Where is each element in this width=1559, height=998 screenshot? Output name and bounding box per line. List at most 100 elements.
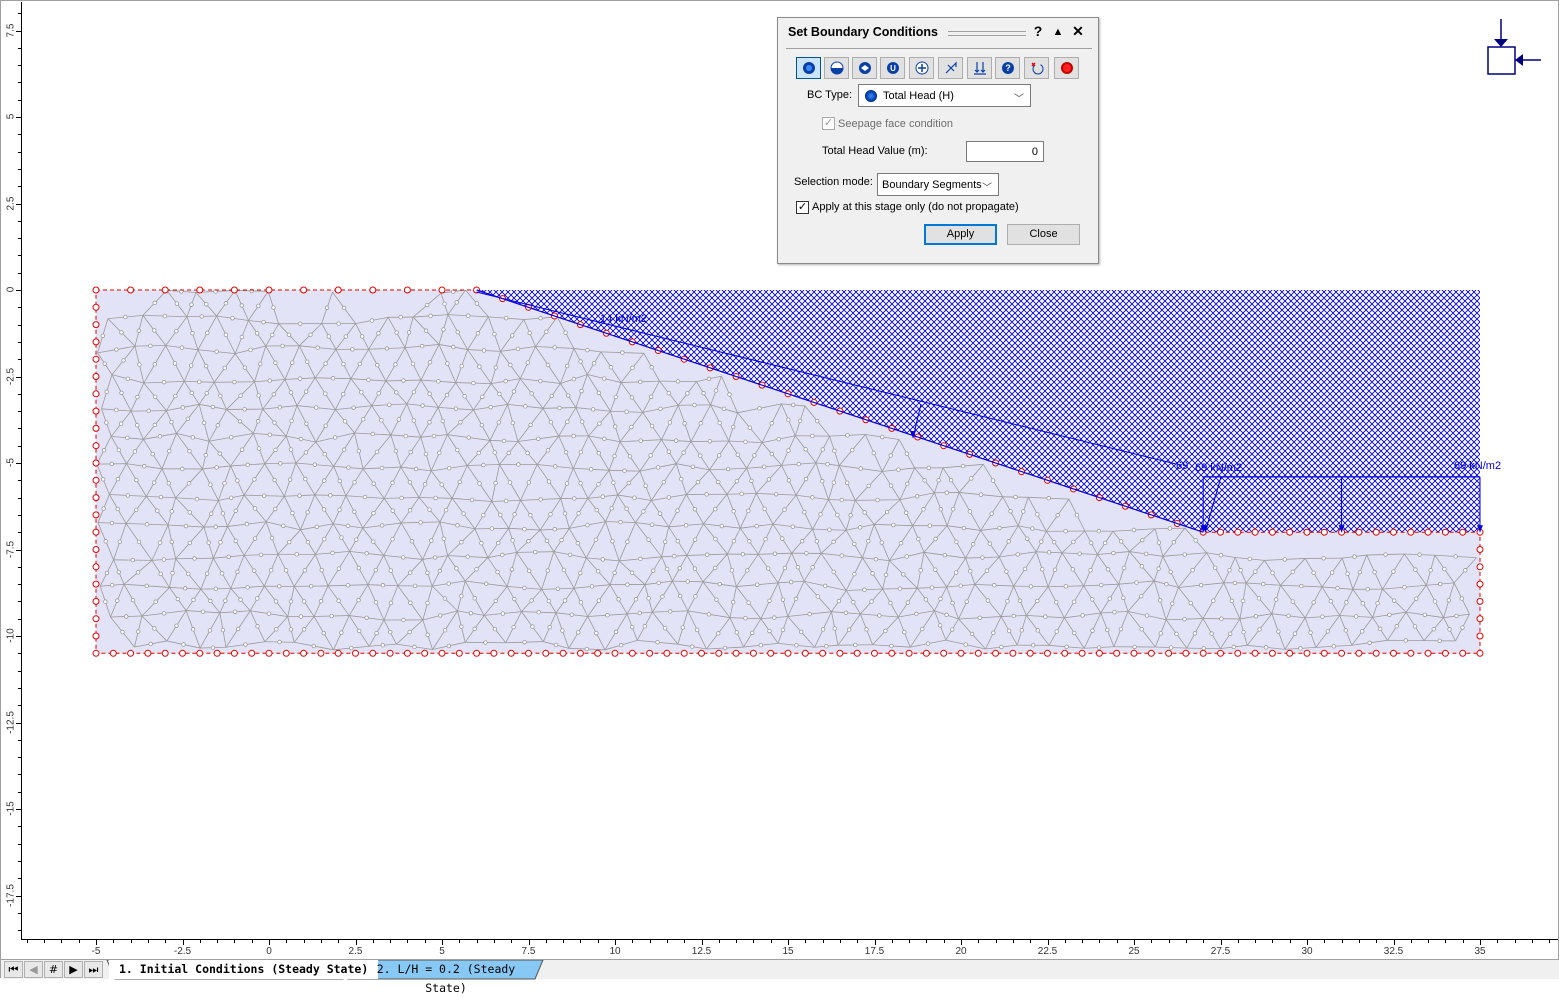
mesh-midnode [923, 479, 927, 483]
seepage-face-checkbox[interactable]: ✓ [822, 117, 835, 130]
mesh-midnode [424, 452, 428, 456]
mesh-midnode [1448, 628, 1452, 632]
title-divider [786, 48, 1092, 49]
tab-stage-2[interactable]: 2. L/H = 0.2 (Steady State) [353, 960, 539, 979]
apply-button[interactable]: Apply [924, 224, 997, 245]
mesh-midnode [302, 628, 306, 632]
mesh-midnode [1354, 615, 1358, 619]
pressure-head-button[interactable] [824, 57, 849, 79]
mesh-midnode [236, 479, 240, 483]
help-button[interactable]: ? [995, 57, 1020, 79]
mesh-midnode [1258, 628, 1262, 632]
mesh-midnode [187, 482, 191, 486]
mesh-midnode [661, 595, 665, 599]
prev-stage-button[interactable]: ◀ [24, 961, 43, 978]
infiltration-button[interactable] [938, 57, 963, 79]
mesh-midnode [380, 524, 384, 528]
stage-number-button[interactable]: # [44, 961, 63, 978]
boundary-node [162, 287, 168, 293]
mesh-midnode [1392, 599, 1396, 603]
y-tick [18, 584, 21, 585]
mesh-midnode [1219, 553, 1223, 557]
mesh-midnode [426, 601, 430, 605]
last-stage-button[interactable]: ⏭ [84, 961, 103, 978]
mesh-midnode [437, 451, 441, 455]
mesh-midnode [184, 524, 188, 528]
mesh-midnode [564, 331, 568, 335]
mesh-midnode [781, 537, 785, 541]
mesh-midnode [1021, 510, 1025, 514]
set-boundary-conditions-dialog: Set Boundary Conditions ? ▲ ✕ U? BC Type… [777, 17, 1099, 264]
close-button[interactable]: Close [1007, 224, 1080, 245]
mesh-midnode [791, 403, 795, 407]
mesh-midnode [589, 467, 593, 471]
mesh-midnode [1159, 632, 1163, 636]
stop-button[interactable] [1054, 57, 1079, 79]
mesh-midnode [1005, 570, 1009, 574]
selection-mode-select[interactable]: Boundary Segments ﹀ [877, 173, 999, 196]
next-stage-button[interactable]: ▶ [64, 961, 83, 978]
drag-grip[interactable] [948, 31, 1026, 36]
mesh-midnode [1404, 639, 1408, 643]
mesh-midnode [274, 627, 278, 631]
boundary-node [439, 650, 445, 656]
reset-button[interactable] [1024, 57, 1049, 79]
mesh-midnode [257, 394, 261, 398]
boundary-node [283, 650, 289, 656]
close-icon[interactable]: ✕ [1070, 23, 1086, 40]
mesh-midnode [102, 507, 106, 511]
mesh-midnode [333, 436, 337, 440]
mesh-midnode [1345, 601, 1349, 605]
mesh-midnode [238, 420, 242, 424]
mesh-midnode [1378, 627, 1382, 631]
mesh-midnode [837, 599, 841, 603]
mesh-midnode [579, 450, 583, 454]
nodal-flow-button[interactable] [852, 57, 877, 79]
boundary-node [93, 460, 99, 466]
mesh-midnode [546, 363, 550, 367]
mesh-midnode [1047, 551, 1051, 555]
mesh-midnode [195, 497, 199, 501]
mesh-midnode [209, 599, 213, 603]
mesh-midnode [787, 478, 791, 482]
mesh-midnode [341, 392, 345, 396]
x-tick [390, 940, 391, 943]
mesh-midnode [625, 410, 629, 414]
boundary-node [1408, 529, 1414, 535]
apply-stage-only-checkbox[interactable]: ✓ [796, 201, 809, 214]
mesh-midnode [1460, 597, 1464, 601]
ponding-button[interactable] [967, 57, 992, 79]
dialog-title: Set Boundary Conditions [788, 25, 938, 39]
mesh-midnode [1358, 570, 1362, 574]
mesh-midnode [454, 407, 458, 411]
infiltration-icon [944, 61, 958, 75]
normal-flux-button[interactable] [909, 57, 934, 79]
mesh-midnode [597, 391, 601, 395]
mesh-midnode [650, 424, 654, 428]
mesh-midnode [849, 513, 853, 517]
bc-type-select[interactable]: Total Head (H) ﹀ [858, 84, 1031, 107]
mesh-midnode [272, 306, 276, 310]
mesh-midnode [162, 558, 166, 562]
first-stage-button[interactable]: ⏮ [4, 961, 23, 978]
total-head-value-input[interactable]: 0 [966, 141, 1044, 162]
total-head-button[interactable] [796, 57, 821, 79]
x-tick [944, 940, 945, 943]
mesh-midnode [885, 510, 889, 514]
mesh-midnode [811, 566, 815, 570]
mesh-midnode [274, 600, 278, 604]
mesh-midnode [428, 360, 432, 364]
help-button[interactable]: ? [1030, 23, 1046, 39]
mesh-midnode [558, 406, 562, 410]
mesh-midnode [205, 392, 209, 396]
boundary-node [456, 650, 462, 656]
mesh-midnode [872, 451, 876, 455]
mesh-midnode [795, 644, 799, 648]
boundary-node [854, 650, 860, 656]
mesh-midnode [367, 378, 371, 382]
y-tick [18, 601, 21, 602]
tab-stage-1[interactable]: 1. Initial Conditions (Steady State) [109, 960, 378, 979]
collapse-button[interactable]: ▲ [1050, 26, 1066, 38]
unknown-p-q-button[interactable]: U [880, 57, 905, 79]
mesh-midnode [377, 331, 381, 335]
